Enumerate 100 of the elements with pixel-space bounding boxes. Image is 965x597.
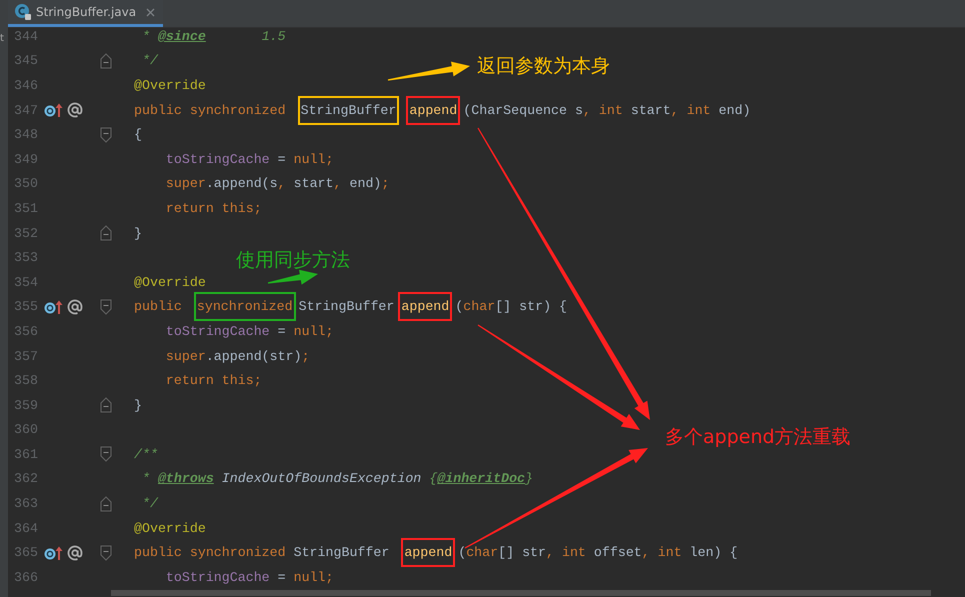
code-text: char xyxy=(463,299,496,314)
code-text: } xyxy=(134,398,142,413)
highlighted-code: synchronized xyxy=(194,292,296,322)
code-text: (CharSequence s xyxy=(463,102,583,118)
code-text: @inheritDoc xyxy=(437,471,526,486)
code-text: start xyxy=(292,176,334,192)
line-number: 359 xyxy=(13,398,38,413)
code-text: , xyxy=(334,176,342,192)
code-text: toStringCache xyxy=(164,152,270,167)
override-icon[interactable] xyxy=(44,544,64,561)
line-number: 356 xyxy=(13,324,38,339)
override-icon[interactable] xyxy=(44,102,64,118)
class-file-icon xyxy=(14,3,32,21)
line-number: 363 xyxy=(13,496,38,512)
code-text: ( xyxy=(455,299,464,314)
code-text: , int xyxy=(582,102,623,118)
code-text: , xyxy=(278,176,286,192)
code-text: @Override xyxy=(134,78,206,93)
code-text: ; xyxy=(381,176,390,192)
code-text: ( xyxy=(458,545,466,560)
code-text: return this; xyxy=(164,200,262,216)
annotation-icon xyxy=(67,298,83,315)
fold-icon[interactable] xyxy=(100,496,112,512)
code-text: , int xyxy=(670,102,711,118)
code-text: StringBuffer xyxy=(294,545,390,560)
code-text: char xyxy=(466,545,498,560)
code-text: /** xyxy=(134,446,158,462)
code-text: null; xyxy=(294,570,334,585)
fold-icon[interactable] xyxy=(100,225,112,242)
code-text: [] str) { xyxy=(495,299,568,314)
line-number: 350 xyxy=(13,176,38,192)
code-text: @throws xyxy=(158,471,214,486)
fold-icon[interactable] xyxy=(100,446,112,462)
code-text: return this; xyxy=(164,373,262,388)
line-number: 362 xyxy=(13,471,38,486)
callout-text: 多个append方法重载 xyxy=(665,425,851,450)
line-number: 351 xyxy=(13,200,38,216)
fold-icon[interactable] xyxy=(100,544,112,561)
fold-icon[interactable] xyxy=(100,397,112,414)
close-icon[interactable] xyxy=(146,8,156,16)
line-number: 364 xyxy=(13,520,38,536)
annotation-icon xyxy=(67,102,83,118)
code-text: , int xyxy=(642,545,682,560)
code-text: { xyxy=(428,471,438,486)
override-icon[interactable] xyxy=(44,298,64,315)
highlighted-code: append xyxy=(401,538,456,568)
panel-text: t xyxy=(0,33,5,45)
line-number: 347 xyxy=(13,102,38,118)
line-number: 361 xyxy=(13,446,38,462)
highlighted-code: append xyxy=(398,292,452,322)
code-text: super xyxy=(164,348,206,364)
code-text: null; xyxy=(294,152,334,167)
line-number: 360 xyxy=(13,422,38,438)
line-number: 354 xyxy=(13,274,38,290)
code-text: .append(str) xyxy=(206,348,302,364)
code-text: * xyxy=(140,471,151,486)
line-number: 346 xyxy=(13,78,38,93)
code-text: toStringCache xyxy=(164,570,270,585)
code-text: 1.5 xyxy=(260,28,286,44)
code-text: public synchronized xyxy=(134,545,287,560)
code-text: = xyxy=(276,570,287,585)
code-text: offset xyxy=(592,545,642,560)
code-text: toStringCache xyxy=(164,324,270,339)
code-text: = xyxy=(276,324,287,339)
code-text: , int xyxy=(546,545,586,560)
code-text: IndexOutOfBoundsException xyxy=(220,471,422,486)
code-text: } xyxy=(134,226,142,241)
fold-icon[interactable] xyxy=(100,126,112,143)
line-number: 358 xyxy=(13,373,38,388)
callout-text: 使用同步方法 xyxy=(236,248,350,273)
code-text: public xyxy=(134,299,183,314)
code-text: len) { xyxy=(688,545,738,560)
callout-text: 返回参数为本身 xyxy=(477,54,610,79)
line-number: 349 xyxy=(13,152,38,167)
code-text: ; xyxy=(302,348,310,364)
code-text: [] str xyxy=(498,545,546,560)
annotation-icon xyxy=(67,544,83,561)
code-text: */ xyxy=(140,53,158,68)
code-text: end) xyxy=(718,102,751,118)
line-number: 355 xyxy=(13,299,38,314)
code-text: } xyxy=(525,471,534,486)
fold-icon[interactable] xyxy=(100,52,112,69)
code-text: StringBuffer xyxy=(298,299,394,314)
scrollbar[interactable] xyxy=(111,590,931,596)
code-text: public synchronized xyxy=(134,102,287,118)
line-number: 345 xyxy=(13,53,38,68)
line-number: 344 xyxy=(13,28,38,44)
line-number: 348 xyxy=(13,127,38,142)
code-text: @Override xyxy=(134,274,206,290)
highlighted-code: append xyxy=(406,96,460,125)
code-text: start xyxy=(630,102,671,118)
fold-icon[interactable] xyxy=(100,298,112,315)
code-text: .append(s xyxy=(206,176,278,192)
line-number: 357 xyxy=(13,348,38,364)
code-text: { xyxy=(134,127,142,142)
code-text: = xyxy=(276,152,287,167)
code-text: @Override xyxy=(134,520,206,536)
line-number: 353 xyxy=(13,250,38,266)
code-text: @since xyxy=(158,28,206,44)
line-number: 366 xyxy=(13,570,38,585)
